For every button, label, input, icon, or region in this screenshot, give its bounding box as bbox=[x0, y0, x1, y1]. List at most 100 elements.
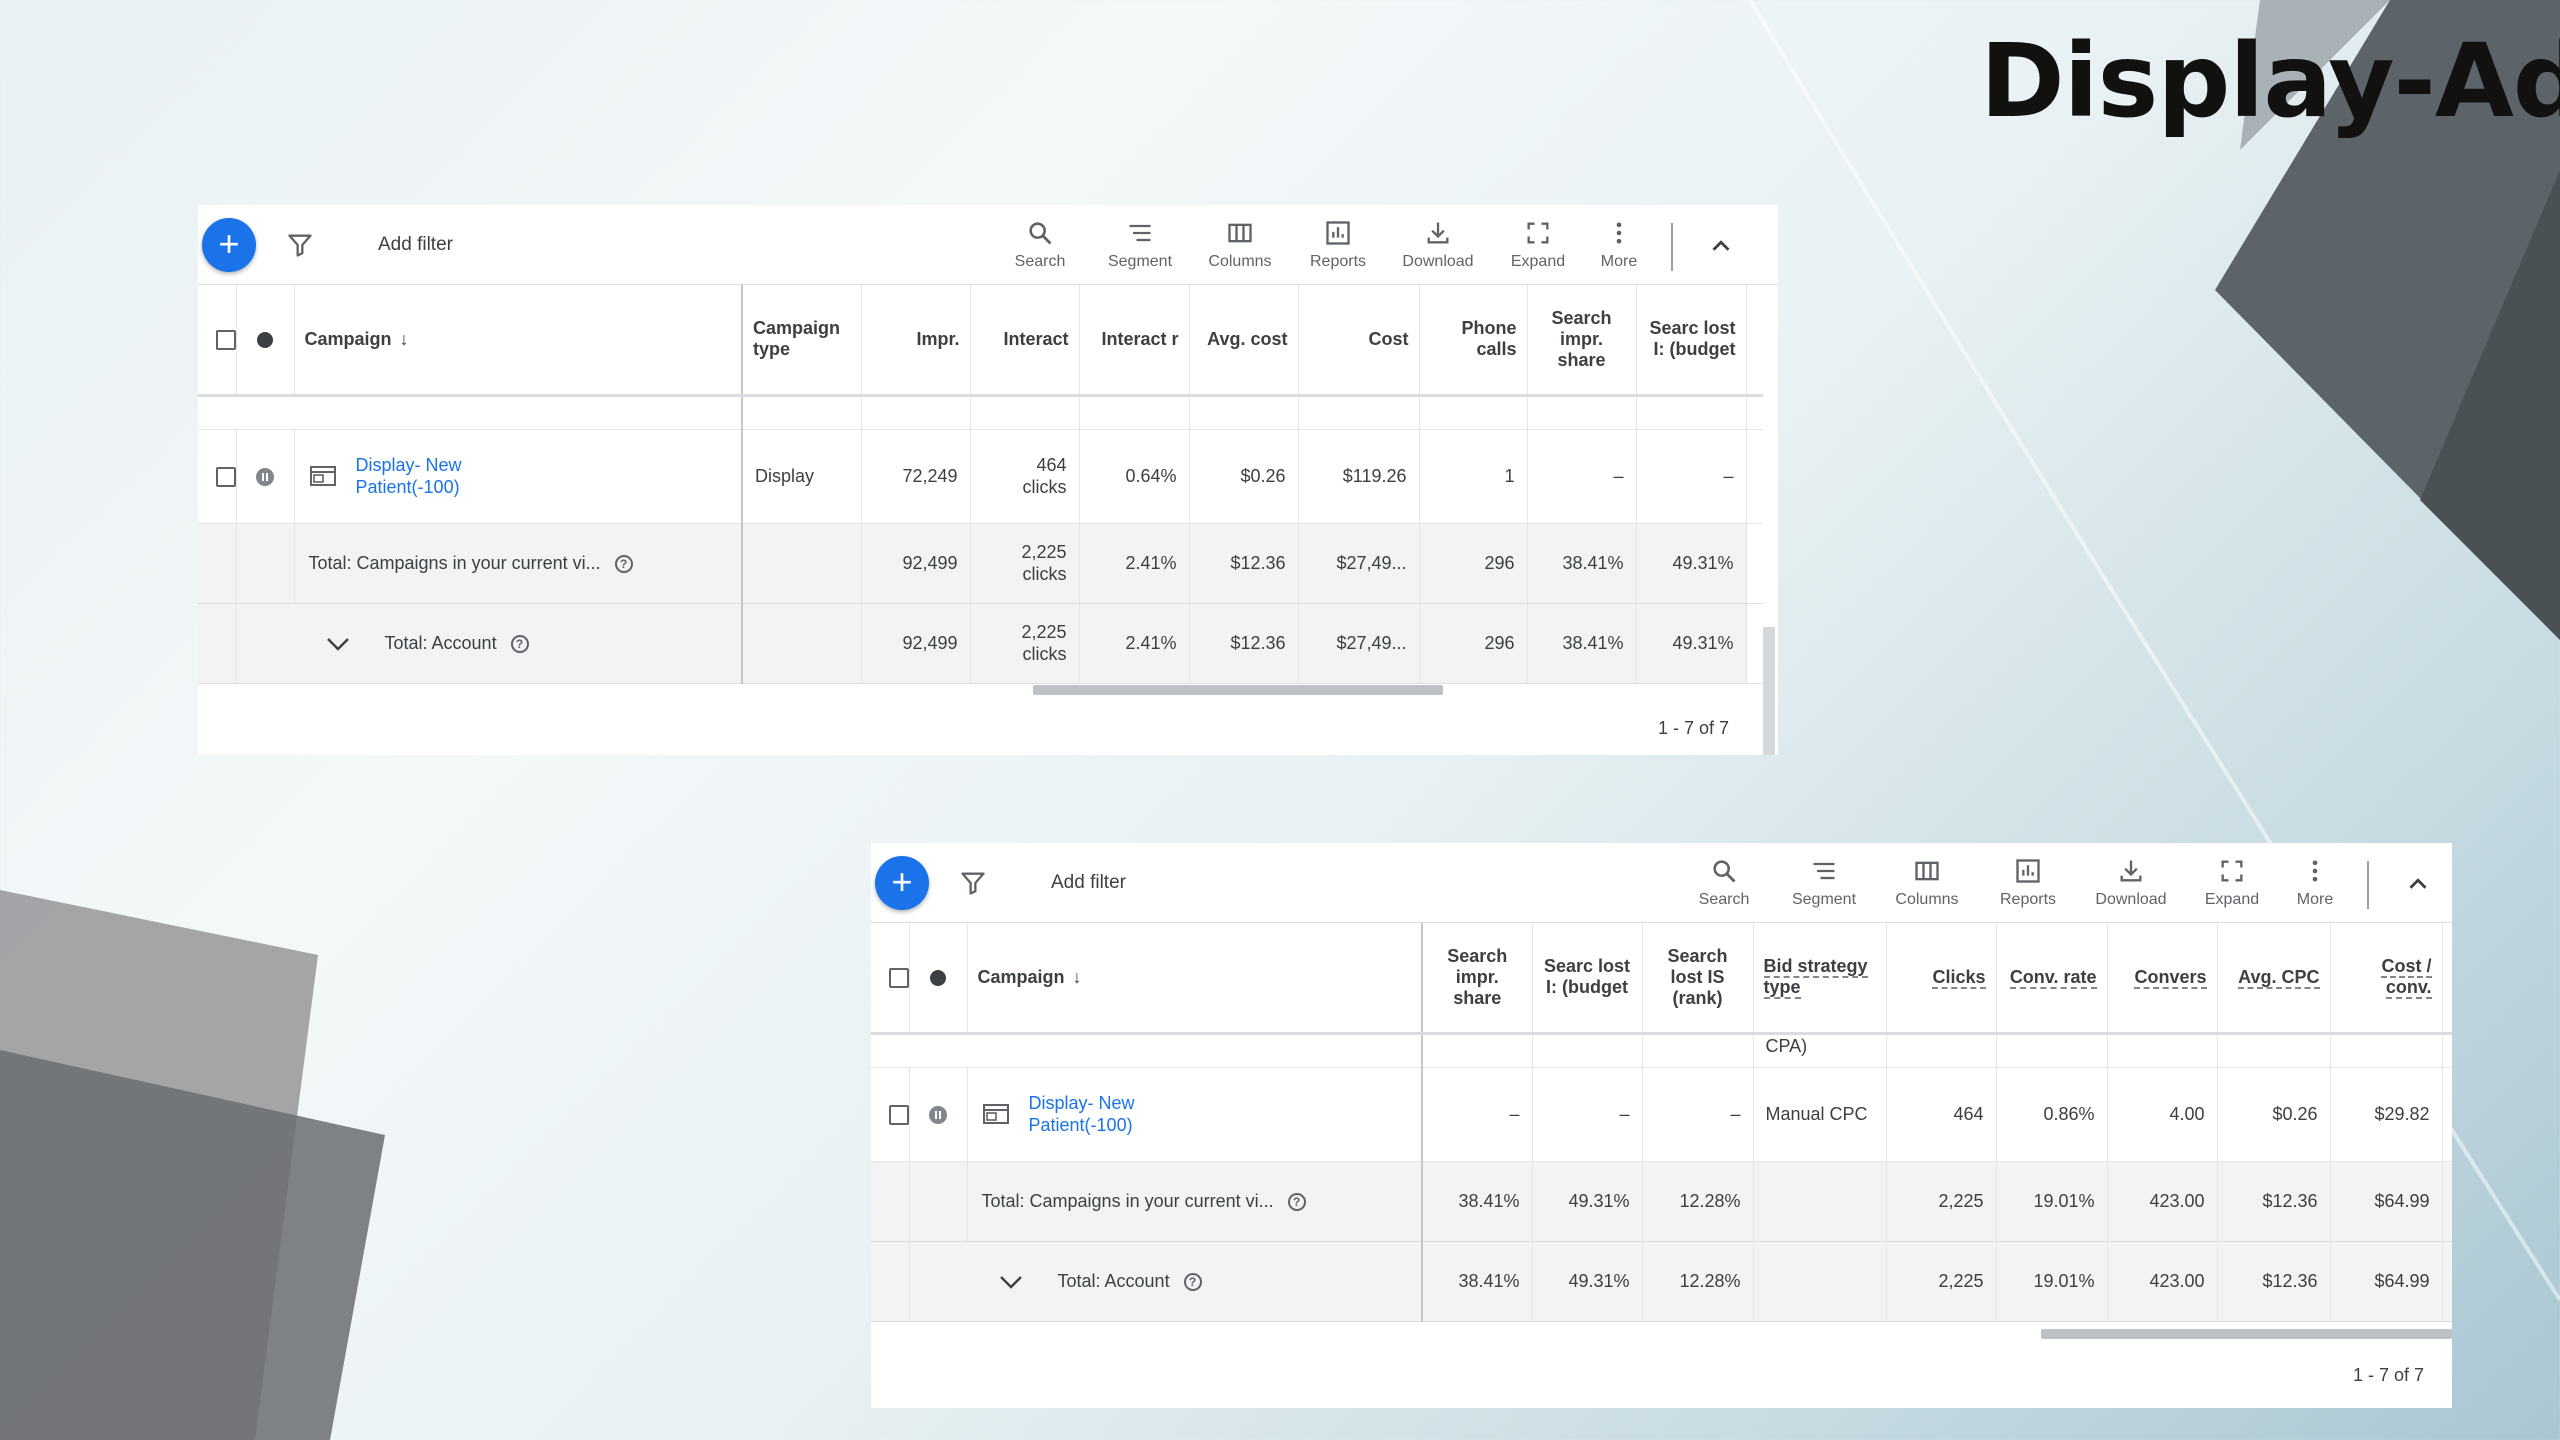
conversions-cell: 4.00 bbox=[2107, 1067, 2218, 1162]
total-phone-calls: 296 bbox=[1419, 523, 1528, 604]
cost-cell: $119.26 bbox=[1298, 429, 1420, 524]
total-avg-cost: $12.36 bbox=[1189, 523, 1299, 604]
total-clicks: 2,225 bbox=[1886, 1161, 1997, 1242]
account-total-label: Total: Account bbox=[1057, 1270, 1170, 1291]
cost-per-conv-header[interactable]: Cost / conv. bbox=[2330, 923, 2443, 1035]
download-button[interactable]: Download bbox=[1388, 215, 1488, 277]
more-label: More bbox=[1600, 253, 1638, 270]
vertical-scrollbar[interactable] bbox=[1763, 627, 1775, 755]
status-header bbox=[909, 923, 968, 1035]
columns-button[interactable]: Columns bbox=[1190, 215, 1290, 277]
conv-rate-cell: 0.86% bbox=[1996, 1067, 2108, 1162]
display-campaign-icon bbox=[309, 466, 336, 486]
bid-strategy-type-header[interactable]: Bid strategy type bbox=[1753, 923, 1887, 1035]
download-button[interactable]: Download bbox=[2081, 853, 2181, 915]
total-interactions: 2,225 clicks bbox=[970, 523, 1080, 604]
select-all-checkbox[interactable] bbox=[215, 329, 235, 350]
interactions-header[interactable]: Interact bbox=[970, 285, 1080, 397]
more-button[interactable]: More bbox=[1571, 215, 1667, 277]
expand-icon bbox=[2221, 860, 2243, 882]
campaign-header[interactable]: Campaign ↓ bbox=[294, 285, 743, 397]
toolbar-divider bbox=[1671, 223, 1673, 271]
avg-cpc-header-label: Avg. CPC bbox=[2238, 966, 2320, 989]
chevron-up-icon[interactable] bbox=[1706, 231, 1736, 261]
select-all-cell bbox=[198, 285, 237, 397]
pagination-label: 1 - 7 of 7 bbox=[1658, 718, 1730, 738]
phone-calls-header[interactable]: Phone calls bbox=[1419, 285, 1528, 397]
reports-button[interactable]: Reports bbox=[1288, 215, 1388, 277]
search-icon bbox=[1029, 222, 1052, 245]
account-interactions: 2,225 clicks bbox=[970, 603, 1080, 684]
table-toolbar: + Add filter Search Segment Columns Repo… bbox=[198, 205, 1778, 285]
campaign-name-link[interactable]: Display- New Patient(-100) bbox=[356, 454, 506, 498]
header-edge bbox=[2442, 923, 2452, 1035]
account-avg-cpc: $12.36 bbox=[2217, 1241, 2331, 1322]
segment-button[interactable]: Segment bbox=[1774, 853, 1874, 915]
search-lost-is-budget-header[interactable]: Searc lost I: (budget bbox=[1636, 285, 1747, 397]
conv-rate-header[interactable]: Conv. rate bbox=[1996, 923, 2108, 1035]
add-campaign-button[interactable]: + bbox=[202, 218, 256, 272]
account-clicks: 2,225 bbox=[1886, 1241, 1997, 1322]
table-row[interactable]: Display- New Patient(-100) – – – Manual … bbox=[871, 1067, 2452, 1162]
reports-button[interactable]: Reports bbox=[1978, 853, 2078, 915]
avg-cost-header[interactable]: Avg. cost bbox=[1189, 285, 1299, 397]
download-icon bbox=[2120, 860, 2142, 882]
avg-cpc-header[interactable]: Avg. CPC bbox=[2217, 923, 2331, 1035]
search-impr-share-cell: – bbox=[1422, 1067, 1533, 1162]
campaign-header[interactable]: Campaign ↓ bbox=[967, 923, 1423, 1035]
help-icon[interactable]: ? bbox=[1183, 1273, 1202, 1292]
search-button[interactable]: Search bbox=[990, 215, 1090, 277]
filter-icon[interactable] bbox=[959, 869, 987, 897]
add-campaign-button[interactable]: + bbox=[875, 856, 929, 910]
table-row[interactable]: Display- New Patient(-100) Display 72,24… bbox=[198, 429, 1763, 524]
account-impr: 92,499 bbox=[861, 603, 971, 684]
search-button[interactable]: Search bbox=[1674, 853, 1774, 915]
status-dot-icon bbox=[257, 332, 273, 348]
download-label: Download bbox=[1402, 253, 1474, 270]
more-button[interactable]: More bbox=[2267, 853, 2363, 915]
total-row-campaigns: Total: Campaigns in your current vi...? … bbox=[871, 1161, 2452, 1242]
columns-label: Columns bbox=[1208, 253, 1272, 270]
paused-status-icon[interactable] bbox=[929, 1106, 947, 1125]
add-filter-button[interactable]: Add filter bbox=[378, 234, 453, 256]
select-all-checkbox[interactable] bbox=[888, 967, 908, 988]
search-lost-is-budget-header[interactable]: Searc lost I: (budget bbox=[1532, 923, 1643, 1035]
impr-cell: 72,249 bbox=[861, 429, 971, 524]
segment-icon bbox=[1129, 224, 1151, 242]
paused-status-icon[interactable] bbox=[256, 468, 274, 487]
row-status-cell bbox=[236, 429, 295, 524]
account-cost-per-conv: $64.99 bbox=[2330, 1241, 2443, 1322]
horizontal-scrollbar[interactable] bbox=[1033, 685, 1443, 695]
conversions-header[interactable]: Convers bbox=[2107, 923, 2218, 1035]
cost-header[interactable]: Cost bbox=[1298, 285, 1420, 397]
search-impr-share-header[interactable]: Search impr. share bbox=[1527, 285, 1637, 397]
account-search-lost-is-budget: 49.31% bbox=[1532, 1241, 1643, 1322]
interaction-rate-cell: 0.64% bbox=[1079, 429, 1190, 524]
help-icon[interactable]: ? bbox=[1287, 1193, 1306, 1212]
segment-button[interactable]: Segment bbox=[1090, 215, 1190, 277]
search-lost-is-rank-header[interactable]: Search lost IS (rank) bbox=[1642, 923, 1754, 1035]
horizontal-scrollbar[interactable] bbox=[2041, 1329, 2452, 1339]
help-icon[interactable]: ? bbox=[510, 635, 529, 654]
interaction-rate-header[interactable]: Interact r bbox=[1079, 285, 1190, 397]
account-conv-rate: 19.01% bbox=[1996, 1241, 2108, 1322]
filter-icon[interactable] bbox=[286, 231, 314, 259]
row-checkbox[interactable] bbox=[215, 467, 235, 488]
add-filter-button[interactable]: Add filter bbox=[1051, 872, 1126, 894]
campaign-type-header[interactable]: Campaign type bbox=[742, 285, 862, 397]
help-icon[interactable]: ? bbox=[614, 555, 633, 574]
impr-header[interactable]: Impr. bbox=[861, 285, 971, 397]
more-vert-icon bbox=[1616, 222, 1622, 244]
campaign-name-link[interactable]: Display- New Patient(-100) bbox=[1029, 1092, 1179, 1136]
chevron-down-icon[interactable] bbox=[325, 634, 351, 654]
chevron-down-icon[interactable] bbox=[998, 1272, 1024, 1292]
account-total-label-cell: Total: Account? bbox=[236, 603, 743, 684]
search-impr-share-header[interactable]: Search impr. share bbox=[1422, 923, 1533, 1035]
display-campaign-icon bbox=[982, 1104, 1009, 1124]
account-cost: $27,49... bbox=[1298, 603, 1420, 684]
clicks-header[interactable]: Clicks bbox=[1886, 923, 1997, 1035]
row-checkbox[interactable] bbox=[888, 1105, 908, 1126]
total-search-impr-share: 38.41% bbox=[1527, 523, 1637, 604]
chevron-up-icon[interactable] bbox=[2403, 869, 2433, 899]
columns-button[interactable]: Columns bbox=[1877, 853, 1977, 915]
